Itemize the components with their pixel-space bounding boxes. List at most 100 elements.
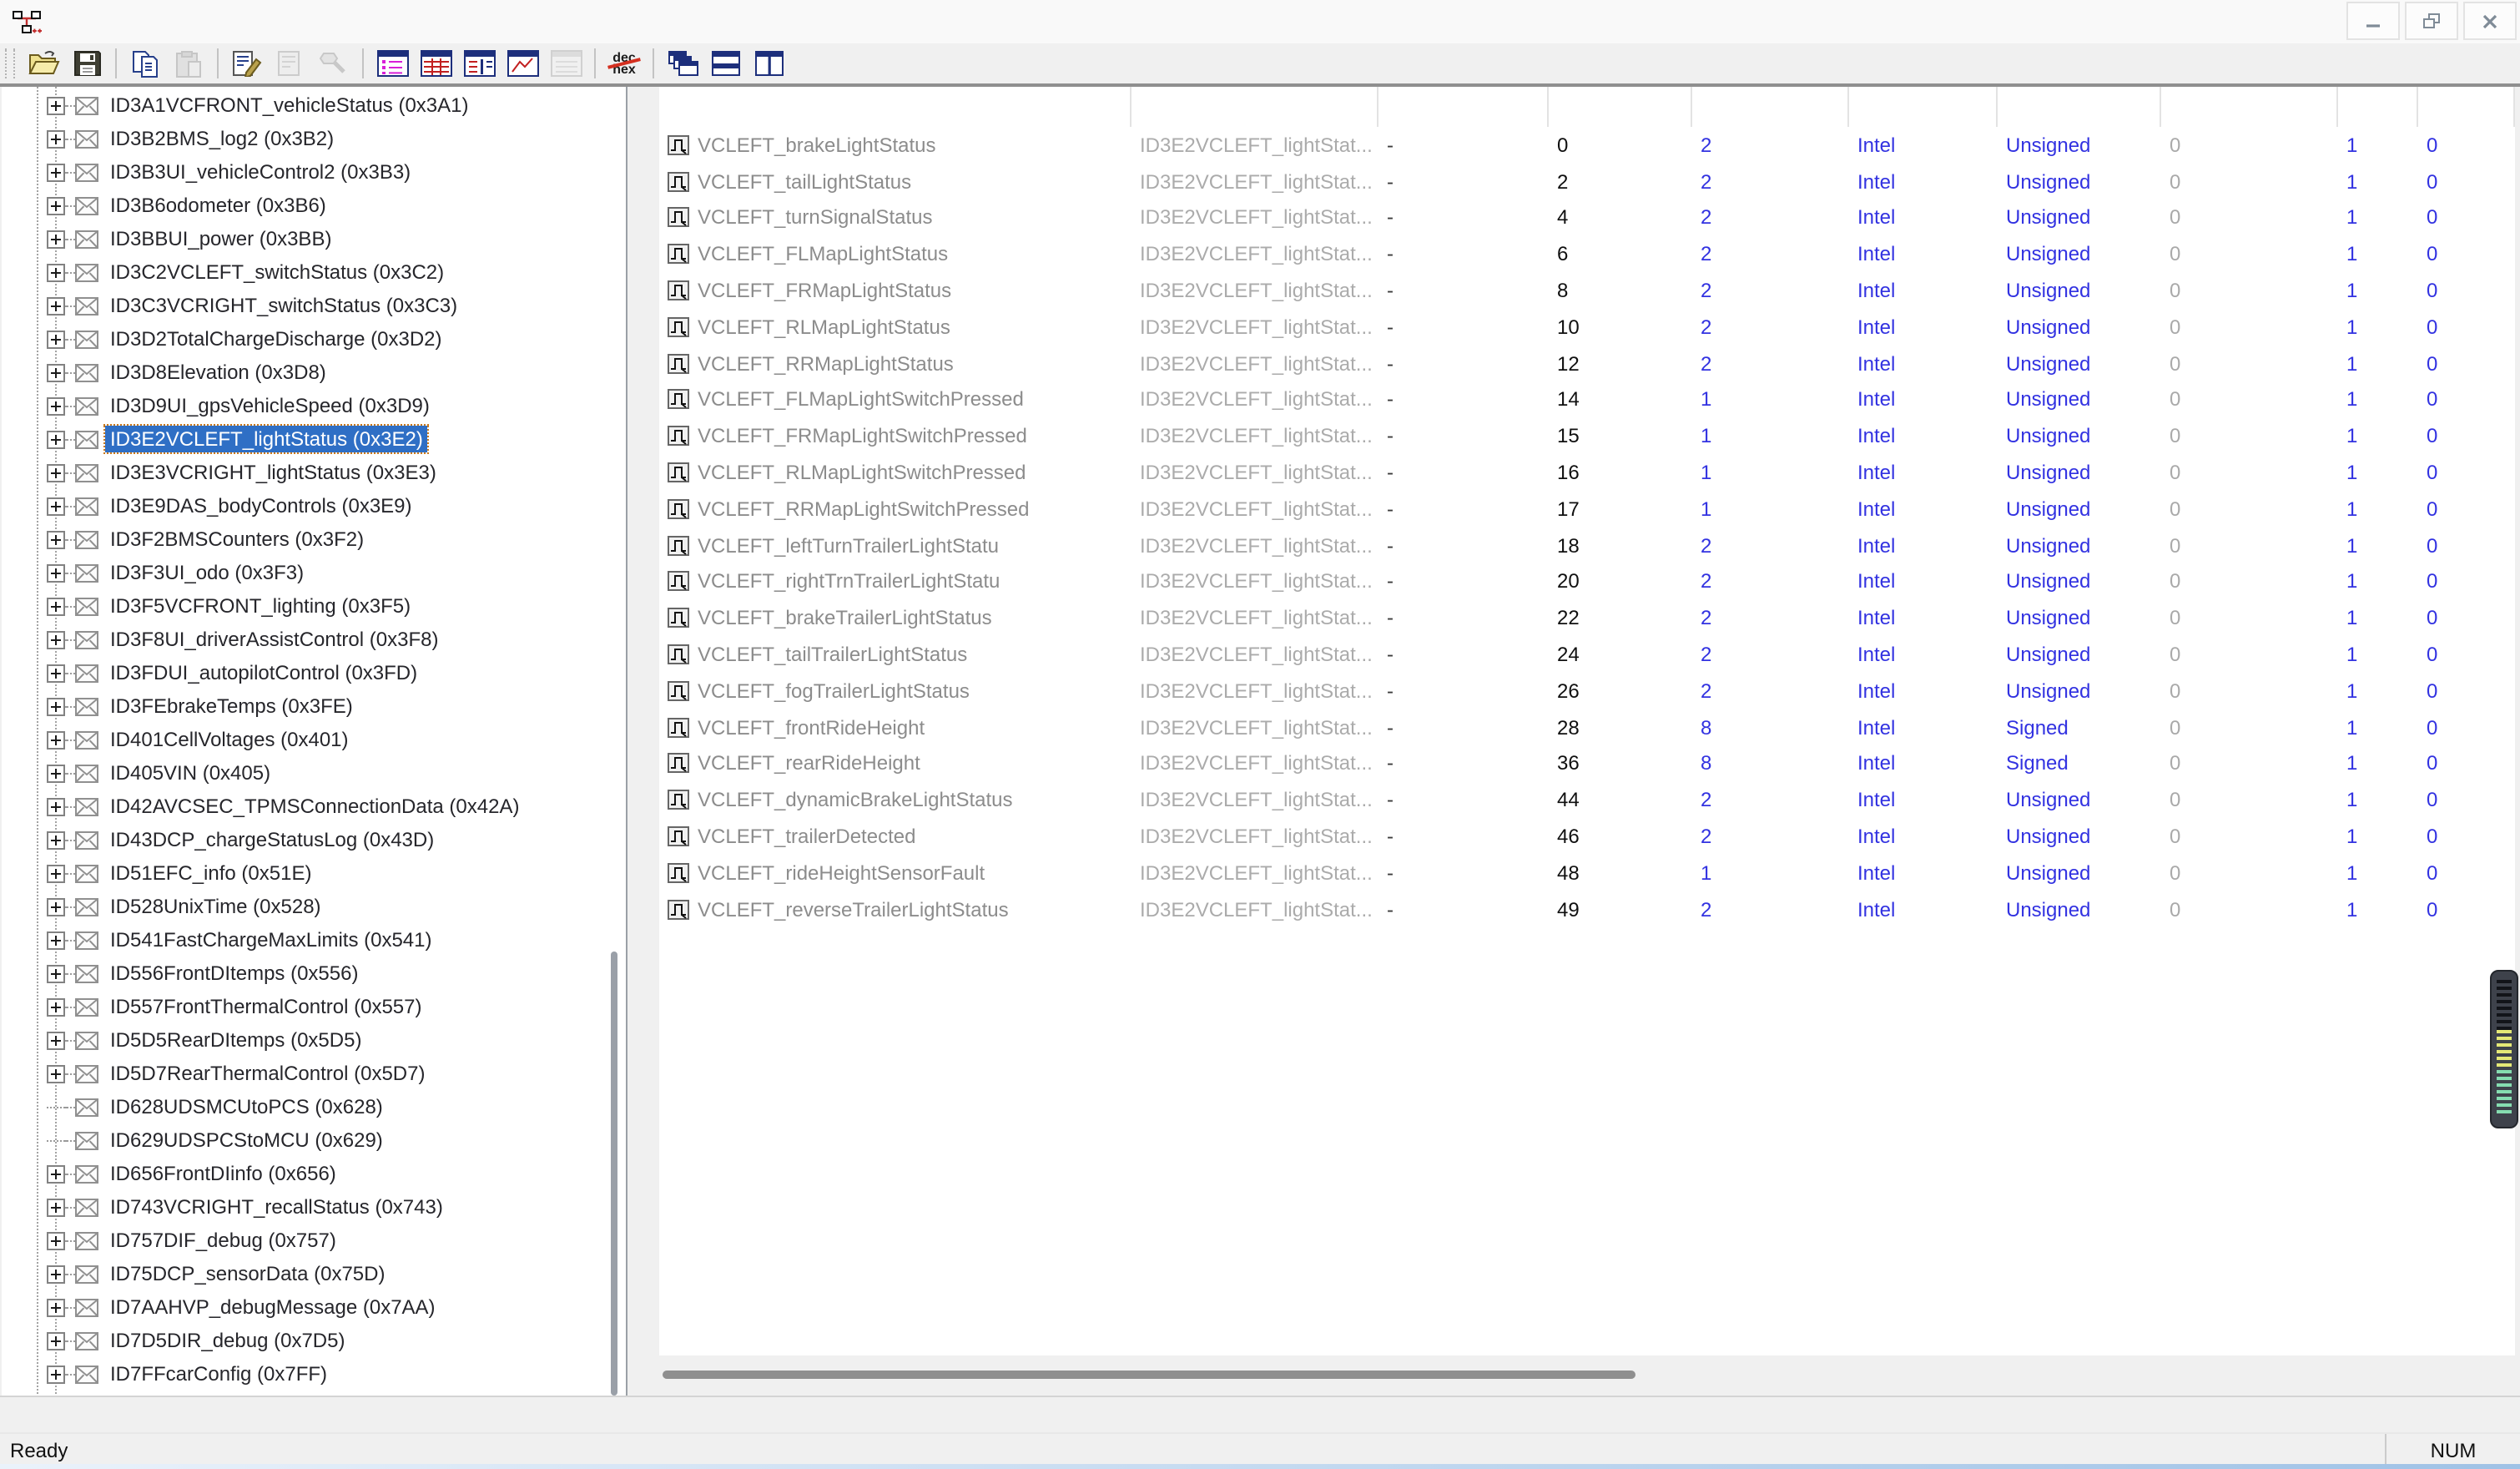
menu-item[interactable] [202, 2, 232, 40]
signal-row[interactable]: VCLEFT_trailerDetected ID3E2VCLEFT_light… [659, 818, 2515, 855]
signal-row[interactable]: VCLEFT_FRMapLightStatus ID3E2VCLEFT_ligh… [659, 272, 2515, 309]
tree-item[interactable]: ID3E2VCLEFT_lightStatus (0x3E2) [2, 422, 626, 456]
column-header[interactable] [1849, 87, 1998, 127]
paste-button[interactable] [169, 46, 209, 81]
expand-plus-icon[interactable] [47, 897, 65, 916]
view-messages-button[interactable] [416, 46, 456, 81]
expand-plus-icon[interactable] [47, 196, 65, 215]
expand-plus-icon[interactable] [47, 864, 65, 882]
tree-item[interactable]: ID401CellVoltages (0x401) [2, 723, 626, 756]
tree-item[interactable]: ID7D5DIR_debug (0x7D5) [2, 1324, 626, 1357]
expand-plus-icon[interactable] [47, 1198, 65, 1216]
table-horizontal-scrollbar[interactable] [659, 1355, 2515, 1396]
signal-row[interactable]: VCLEFT_tailLightStatus ID3E2VCLEFT_light… [659, 164, 2515, 200]
signal-row[interactable]: VCLEFT_FLMapLightSwitchPressed ID3E2VCLE… [659, 381, 2515, 418]
expand-plus-icon[interactable] [47, 296, 65, 315]
column-header[interactable] [1378, 87, 1549, 127]
tile-horizontal-button[interactable] [706, 46, 746, 81]
expand-plus-icon[interactable] [47, 563, 65, 582]
expand-plus-icon[interactable] [47, 263, 65, 281]
expand-plus-icon[interactable] [47, 1298, 65, 1316]
tree-scrollbar-thumb[interactable] [611, 952, 617, 1396]
close-button[interactable] [2463, 2, 2517, 40]
tree-item[interactable]: ID3B6odometer (0x3B6) [2, 189, 626, 222]
tree-item[interactable]: ID3B2BMS_log2 (0x3B2) [2, 122, 626, 155]
expand-plus-icon[interactable] [47, 931, 65, 949]
dec-hex-toggle-button[interactable]: dec hex [604, 46, 644, 81]
signal-row[interactable]: VCLEFT_RLMapLightStatus ID3E2VCLEFT_ligh… [659, 309, 2515, 346]
consistency-check-button[interactable] [314, 46, 354, 81]
tree-item[interactable]: ID5D7RearThermalControl (0x5D7) [2, 1057, 626, 1090]
expand-plus-icon[interactable] [47, 630, 65, 649]
edge-color-widget[interactable] [2490, 970, 2518, 1128]
expand-plus-icon[interactable] [47, 730, 65, 749]
menu-item[interactable] [52, 2, 82, 40]
tree-item[interactable]: ID3C3VCRIGHT_switchStatus (0x3C3) [2, 289, 626, 322]
expand-plus-icon[interactable] [47, 597, 65, 615]
expand-plus-icon[interactable] [47, 230, 65, 248]
expand-plus-icon[interactable] [47, 1139, 65, 1141]
signal-row[interactable]: VCLEFT_rearRideHeight ID3E2VCLEFT_lightS… [659, 745, 2515, 782]
view-signals-button[interactable] [459, 46, 499, 81]
column-header[interactable] [2338, 87, 2418, 127]
tile-vertical-button[interactable] [749, 46, 789, 81]
expand-plus-icon[interactable] [47, 330, 65, 348]
restore-button[interactable] [2405, 2, 2458, 40]
menu-item[interactable] [112, 2, 142, 40]
tree-item[interactable]: ID3BBUI_power (0x3BB) [2, 222, 626, 255]
open-file-button[interactable] [23, 46, 63, 81]
tree-item[interactable]: ID743VCRIGHT_recallStatus (0x743) [2, 1190, 626, 1224]
signal-row[interactable]: VCLEFT_brakeTrailerLightStatus ID3E2VCLE… [659, 600, 2515, 637]
cascade-windows-button[interactable] [663, 46, 703, 81]
column-header[interactable] [1549, 87, 1692, 127]
tree-item[interactable]: ID3FEbrakeTemps (0x3FE) [2, 689, 626, 723]
signal-row[interactable]: VCLEFT_brakeLightStatus ID3E2VCLEFT_ligh… [659, 127, 2515, 164]
tree-item[interactable]: ID3E3VCRIGHT_lightStatus (0x3E3) [2, 456, 626, 489]
column-header[interactable] [2418, 87, 2515, 127]
tree-item[interactable]: ID557FrontThermalControl (0x557) [2, 990, 626, 1023]
scrollbar-thumb[interactable] [663, 1371, 1635, 1379]
view-overall-button[interactable] [372, 46, 412, 81]
expand-plus-icon[interactable] [47, 830, 65, 849]
tree-item[interactable]: ID3F8UI_driverAssistControl (0x3F8) [2, 623, 626, 656]
tree-item[interactable]: ID3D2TotalChargeDischarge (0x3D2) [2, 322, 626, 356]
view-network-button[interactable] [502, 46, 542, 81]
expand-plus-icon[interactable] [47, 1231, 65, 1249]
signal-row[interactable]: VCLEFT_RLMapLightSwitchPressed ID3E2VCLE… [659, 454, 2515, 491]
menu-item[interactable] [82, 2, 112, 40]
tree-item[interactable]: ID3D9UI_gpsVehicleSpeed (0x3D9) [2, 389, 626, 422]
expand-plus-icon[interactable] [47, 96, 65, 114]
expand-plus-icon[interactable] [47, 129, 65, 148]
expand-plus-icon[interactable] [47, 1331, 65, 1350]
expand-plus-icon[interactable] [47, 163, 65, 181]
column-header[interactable] [1692, 87, 1849, 127]
expand-plus-icon[interactable] [47, 363, 65, 381]
expand-plus-icon[interactable] [47, 497, 65, 515]
expand-plus-icon[interactable] [47, 797, 65, 815]
tree-item[interactable]: ID3F2BMSCounters (0x3F2) [2, 522, 626, 556]
tree-item[interactable]: ID3C2VCLEFT_switchStatus (0x3C2) [2, 255, 626, 289]
expand-plus-icon[interactable] [47, 1106, 65, 1108]
expand-plus-icon[interactable] [47, 1164, 65, 1183]
expand-plus-icon[interactable] [47, 1064, 65, 1083]
tree-item[interactable]: ID3F5VCFRONT_lighting (0x3F5) [2, 589, 626, 623]
tree-item[interactable]: ID51EFC_info (0x51E) [2, 856, 626, 890]
tree-item[interactable]: ID43DCP_chargeStatusLog (0x43D) [2, 823, 626, 856]
column-header[interactable] [2161, 87, 2338, 127]
menu-item[interactable] [172, 2, 202, 40]
expand-plus-icon[interactable] [47, 997, 65, 1016]
expand-plus-icon[interactable] [47, 530, 65, 548]
signal-row[interactable]: VCLEFT_rideHeightSensorFault ID3E2VCLEFT… [659, 855, 2515, 891]
signal-row[interactable]: VCLEFT_rightTrnTrailerLightStatu ID3E2VC… [659, 563, 2515, 600]
tree-item[interactable]: ID42AVCSEC_TPMSConnectionData (0x42A) [2, 790, 626, 823]
copy-button[interactable] [125, 46, 165, 81]
expand-plus-icon[interactable] [47, 964, 65, 982]
tree-item[interactable]: ID405VIN (0x405) [2, 756, 626, 790]
column-header[interactable] [1998, 87, 2161, 127]
tree-item[interactable]: ID7AAHVP_debugMessage (0x7AA) [2, 1290, 626, 1324]
tree-item[interactable]: ID541FastChargeMaxLimits (0x541) [2, 923, 626, 957]
tree-item[interactable]: ID3E9DAS_bodyControls (0x3E9) [2, 489, 626, 522]
tree-item[interactable]: ID7FFcarConfig (0x7FF) [2, 1357, 626, 1391]
signal-row[interactable]: VCLEFT_FRMapLightSwitchPressed ID3E2VCLE… [659, 418, 2515, 455]
tree-item[interactable]: ID3D8Elevation (0x3D8) [2, 356, 626, 389]
